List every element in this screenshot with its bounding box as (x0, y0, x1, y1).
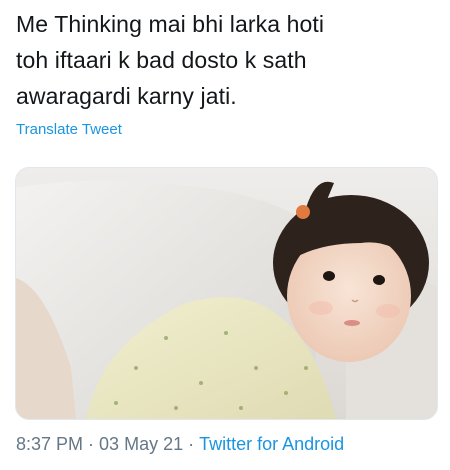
tweet-source-link[interactable]: Twitter for Android (199, 434, 344, 454)
translate-tweet-link[interactable]: Translate Tweet (16, 121, 122, 138)
tweet-time[interactable]: 8:37 PM (16, 434, 83, 454)
tweet-meta: 8:37 PM · 03 May 21 · Twitter for Android (16, 434, 344, 455)
meta-separator: · (88, 434, 95, 454)
tweet-text: Me Thinking mai bhi larka hoti toh iftaa… (16, 11, 325, 109)
toddler-photo (16, 168, 437, 419)
tweet-image[interactable] (15, 167, 438, 420)
meta-separator: · (188, 434, 195, 454)
tweet-date[interactable]: 03 May 21 (99, 434, 183, 454)
hair-clip-icon (296, 205, 310, 219)
